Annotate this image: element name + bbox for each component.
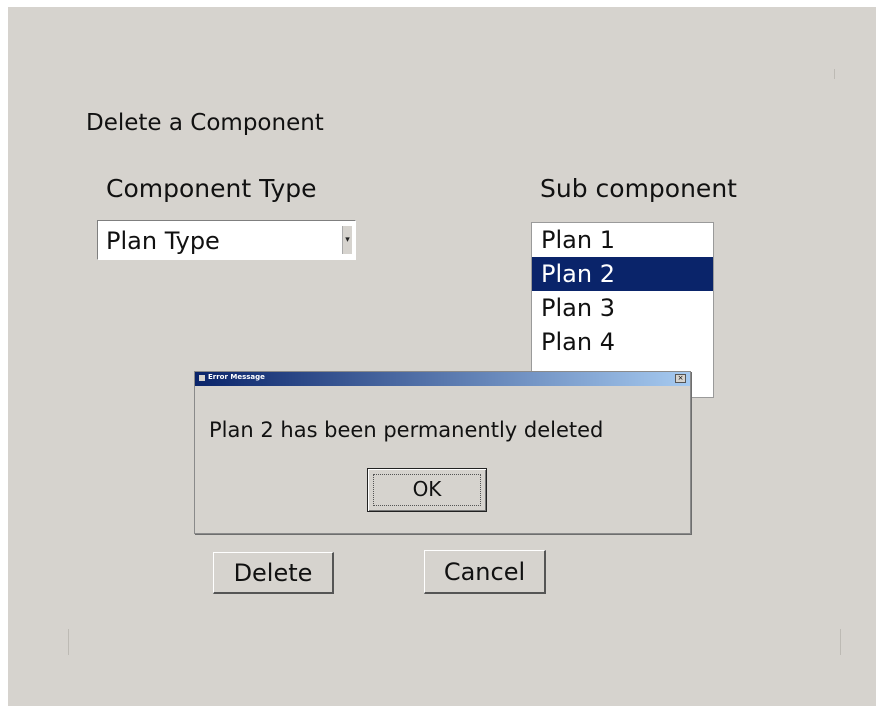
page-title: Delete a Component bbox=[86, 110, 324, 136]
list-item[interactable]: Plan 3 bbox=[532, 291, 713, 325]
edge-mark bbox=[840, 629, 841, 655]
close-icon[interactable]: × bbox=[675, 374, 686, 383]
list-item-selected[interactable]: Plan 2 bbox=[532, 257, 713, 291]
edge-mark bbox=[68, 629, 69, 655]
list-item[interactable]: Plan 1 bbox=[532, 223, 713, 257]
list-item[interactable]: Plan 4 bbox=[532, 325, 713, 359]
dialog-message: Plan 2 has been permanently deleted bbox=[209, 418, 604, 442]
dialog-title: Error Message bbox=[208, 373, 265, 381]
sub-component-label: Sub component bbox=[540, 174, 737, 203]
delete-button[interactable]: Delete bbox=[213, 552, 334, 594]
window-icon bbox=[199, 375, 205, 381]
component-type-label: Component Type bbox=[106, 174, 317, 203]
ok-button-label: OK bbox=[412, 477, 442, 501]
component-type-value: Plan Type bbox=[106, 227, 220, 255]
component-type-select[interactable]: Plan Type ▾ bbox=[97, 220, 356, 260]
dropdown-arrow-icon[interactable]: ▾ bbox=[342, 226, 352, 254]
cancel-button[interactable]: Cancel bbox=[424, 550, 546, 594]
dialog-titlebar[interactable]: Error Message × bbox=[195, 372, 690, 386]
ok-button[interactable]: OK bbox=[367, 468, 487, 512]
edge-mark bbox=[834, 69, 835, 79]
error-dialog: Error Message × Plan 2 has been permanen… bbox=[194, 371, 691, 534]
